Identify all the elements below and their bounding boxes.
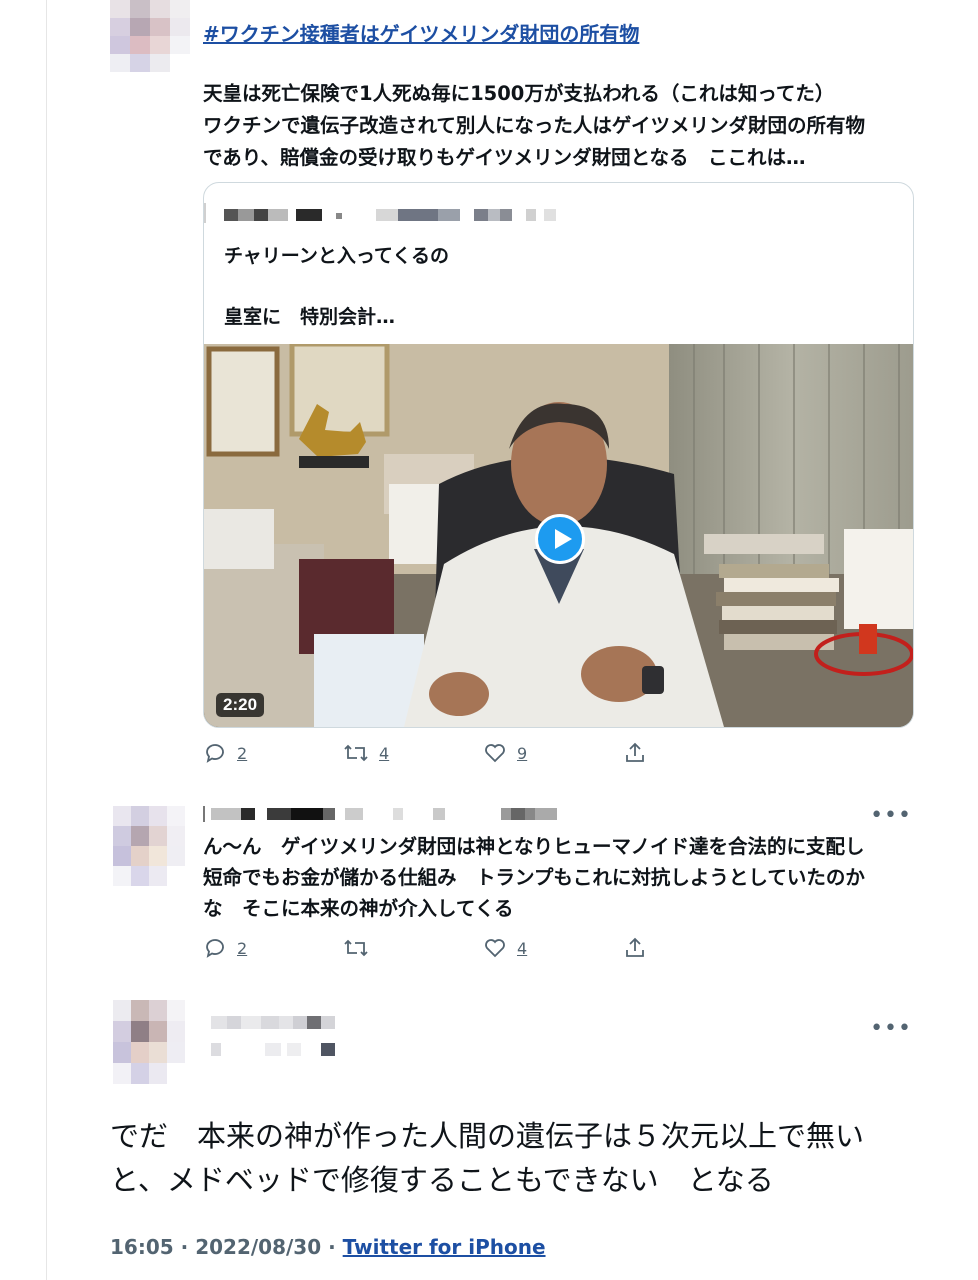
video-duration: 2:20 — [216, 693, 265, 717]
avatar[interactable] — [113, 1000, 185, 1084]
reply-action[interactable]: 2 — [203, 936, 247, 960]
heart-icon — [485, 939, 505, 958]
avatar[interactable] — [113, 806, 185, 886]
tweet-time[interactable]: 16:05 — [110, 1235, 174, 1259]
tweet-actions: 2 4 — [203, 936, 663, 962]
video-thumbnail[interactable]: 2:20 — [204, 344, 913, 727]
meta-separator: · — [173, 1235, 196, 1259]
quoted-tweet-card[interactable]: チャリーンと入ってくるの 皇室に 特別会計… 2:20 — [203, 182, 914, 728]
retweet-action[interactable] — [343, 936, 379, 960]
reply-icon — [206, 939, 224, 958]
tweet-line: ワクチンで遺伝子改造されて別人になった人はゲイツメリンダ財団の所有物 — [203, 114, 866, 137]
quoted-text-line: 皇室に 特別会計… — [224, 306, 396, 328]
tweet-metadata: 16:05 · 2022/08/30 · Twitter for iPhone — [110, 1235, 546, 1259]
heart-icon — [485, 744, 505, 763]
share-icon — [626, 742, 644, 762]
reply-icon — [206, 744, 224, 763]
main-tweet-text: でだ 本来の神が作った人間の遺伝子は５次元以上で無い と、メドベッドで修復するこ… — [110, 1114, 930, 1202]
like-action[interactable]: 4 — [483, 936, 527, 960]
quoted-text-line: チャリーンと入ってくるの — [224, 245, 449, 267]
reply-author-redacted — [203, 806, 563, 822]
thread-divider — [46, 0, 47, 1280]
retweet-icon — [344, 744, 368, 762]
tweet-text: 天皇は死亡保険で1人死ぬ毎に1500万が支払われる（これは知ってた） ワクチンで… — [203, 78, 923, 174]
hashtag-link[interactable]: #ワクチン接種者はゲイツメリンダ財団の所有物 — [203, 18, 639, 47]
tweet-line: であり、賠償金の受け取りもゲイツメリンダ財団となる ここれは… — [203, 146, 806, 169]
share-action[interactable] — [623, 936, 647, 960]
tweet-actions: 2 4 9 — [203, 741, 663, 767]
main-tweet-line: でだ 本来の神が作った人間の遺伝子は５次元以上で無い — [110, 1119, 865, 1153]
more-options-button[interactable]: ••• — [870, 805, 912, 827]
more-options-button[interactable]: ••• — [870, 1018, 912, 1040]
author-name-redacted — [211, 1016, 341, 1030]
quoted-author-redacted — [204, 203, 604, 223]
tweet-source-link[interactable]: Twitter for iPhone — [343, 1235, 546, 1259]
reply-line: な そこに本来の神が介入してくる — [203, 897, 514, 920]
like-action[interactable]: 9 — [483, 741, 527, 765]
reply-count: 2 — [237, 743, 248, 763]
play-button[interactable] — [535, 514, 585, 564]
reply-count: 2 — [237, 938, 248, 958]
reply-line: ん〜ん ゲイツメリンダ財団は神となりヒューマノイド達を合法的に支配し — [203, 835, 865, 858]
meta-separator: · — [321, 1235, 343, 1259]
tweet-line: 天皇は死亡保険で1人死ぬ毎に1500万が支払われる（これは知ってた） — [203, 82, 835, 105]
like-count: 9 — [517, 743, 528, 763]
reply-text: ん〜ん ゲイツメリンダ財団は神となりヒューマノイド達を合法的に支配し 短命でもお… — [203, 831, 923, 924]
share-action[interactable] — [623, 741, 647, 765]
author-handle-redacted — [211, 1043, 341, 1057]
retweet-icon — [344, 939, 368, 957]
main-tweet-line: と、メドベッドで修復することもできない となる — [110, 1163, 774, 1197]
reply-action[interactable]: 2 — [203, 741, 247, 765]
reply-line: 短命でもお金が儲かる仕組み トランプもこれに対抗しようとしていたのか — [203, 866, 865, 889]
tweet-date[interactable]: 2022/08/30 — [195, 1235, 321, 1259]
like-count: 4 — [517, 938, 528, 958]
share-icon — [626, 937, 644, 957]
avatar[interactable] — [110, 0, 190, 72]
retweet-action[interactable]: 4 — [343, 741, 389, 765]
retweet-count: 4 — [379, 743, 390, 763]
